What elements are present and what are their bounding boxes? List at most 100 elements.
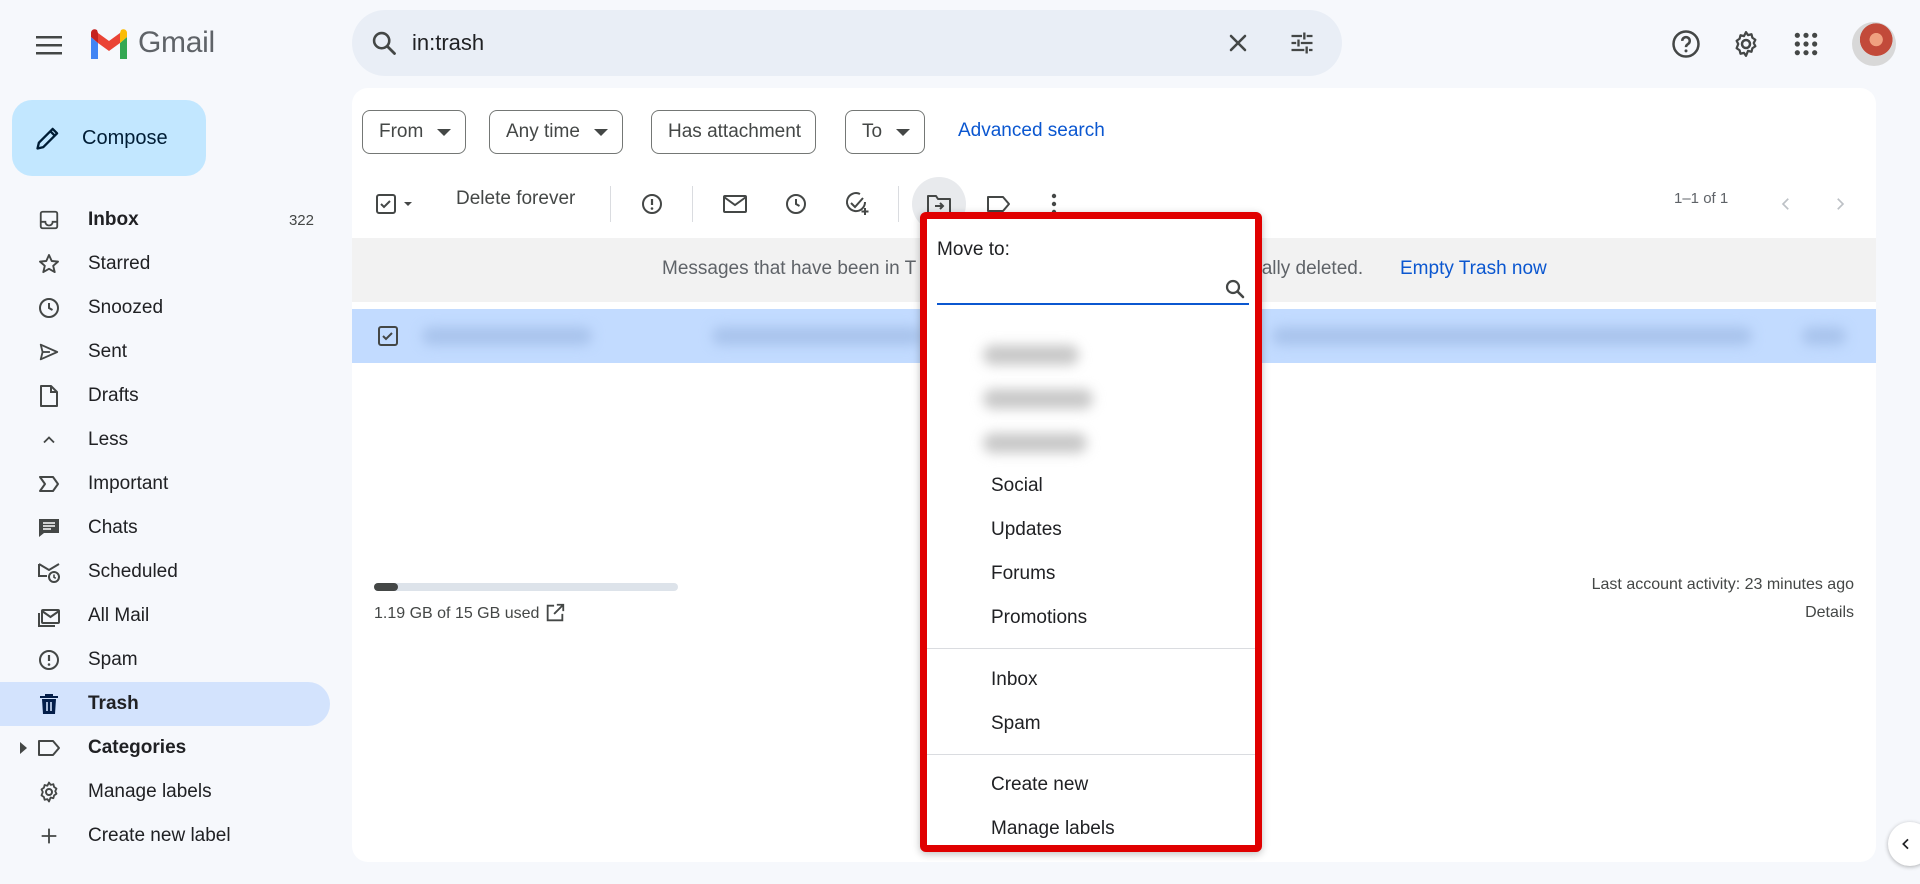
sidebar-item-drafts[interactable]: Drafts	[0, 374, 330, 418]
chip-label: Has attachment	[668, 121, 802, 142]
support-button[interactable]	[1666, 24, 1706, 64]
menu-item-manage-labels[interactable]: Manage labels	[991, 818, 1115, 840]
sidebar-item-label: Manage labels	[88, 781, 212, 802]
sidebar-nav: Inbox 322 Starred Snoozed Sent Drafts Le…	[0, 198, 340, 858]
sidebar-item-create-new-label[interactable]: Create new label	[0, 814, 330, 858]
sidebar-item-less[interactable]: Less	[0, 418, 330, 462]
menu-item-inbox[interactable]: Inbox	[991, 669, 1037, 691]
pencil-icon	[36, 127, 59, 150]
chevron-down-icon	[437, 128, 452, 136]
storage-meter	[374, 583, 678, 591]
sidebar-item-snoozed[interactable]: Snoozed	[0, 286, 330, 330]
star-icon	[39, 254, 59, 274]
sidebar-item-manage-labels[interactable]: Manage labels	[0, 770, 330, 814]
time-filter-chip[interactable]: Any time	[489, 110, 623, 154]
sidebar-item-trash[interactable]: Trash	[0, 682, 330, 726]
app-name: Gmail	[138, 26, 215, 59]
newer-page-button[interactable]	[1766, 184, 1806, 224]
storage-meter-fill	[374, 583, 399, 591]
menu-item-promotions[interactable]: Promotions	[991, 607, 1087, 629]
expand-caret-icon[interactable]	[20, 742, 27, 754]
redacted-label[interactable]	[983, 433, 1087, 453]
sidebar-item-chats[interactable]: Chats	[0, 506, 330, 550]
last-activity: Last account activity: 23 minutes ago	[1591, 576, 1854, 593]
compose-button[interactable]: Compose	[12, 100, 206, 176]
main-menu-button[interactable]	[28, 24, 70, 66]
sidebar-item-inbox[interactable]: Inbox 322	[0, 198, 330, 242]
sidebar-item-scheduled[interactable]: Scheduled	[0, 550, 330, 594]
redacted-sender	[422, 327, 592, 345]
add-to-tasks-button[interactable]	[837, 184, 877, 224]
hamburger-icon	[36, 36, 62, 55]
open-in-new-icon[interactable]	[544, 602, 566, 624]
send-icon	[39, 343, 59, 361]
add-task-icon	[846, 192, 869, 215]
pagination-count: 1–1 of 1	[1674, 190, 1729, 207]
compose-label: Compose	[82, 126, 168, 149]
delete-forever-button[interactable]: Delete forever	[456, 188, 575, 210]
menu-item-updates[interactable]: Updates	[991, 519, 1062, 541]
sidebar-item-label: Less	[88, 429, 129, 450]
empty-trash-button[interactable]: Empty Trash now	[1400, 258, 1547, 280]
menu-item-spam[interactable]: Spam	[991, 713, 1041, 735]
search-input[interactable]: in:trash	[412, 30, 484, 56]
toolbar-divider	[610, 186, 611, 222]
menu-item-social[interactable]: Social	[991, 475, 1043, 497]
sidebar-item-sent[interactable]: Sent	[0, 330, 330, 374]
sidebar-item-label: Snoozed	[88, 297, 164, 318]
gear-icon	[1735, 31, 1757, 57]
gmail-logo[interactable]: Gmail	[88, 26, 215, 60]
search-icon	[1225, 279, 1245, 299]
menu-item-forums[interactable]: Forums	[991, 563, 1055, 585]
move-to-search-input[interactable]	[937, 275, 1249, 305]
avatar[interactable]	[1852, 22, 1896, 66]
chip-label: To	[862, 121, 883, 142]
clock-icon	[786, 194, 806, 214]
to-filter-chip[interactable]: To	[845, 110, 926, 154]
all-mail-icon	[38, 609, 60, 627]
sidebar-item-label: Spam	[88, 649, 138, 670]
chip-label: From	[379, 121, 424, 142]
sidebar-item-label: Trash	[88, 693, 139, 714]
snooze-button[interactable]	[776, 184, 816, 224]
search-options-icon[interactable]	[1288, 29, 1316, 57]
attachment-filter-chip[interactable]: Has attachment	[651, 110, 817, 154]
apps-grid-icon	[1794, 32, 1818, 56]
settings-button[interactable]	[1726, 24, 1766, 64]
sidebar-item-label: Scheduled	[88, 561, 178, 582]
search-bar[interactable]: in:trash	[352, 10, 1342, 76]
chevron-left-icon	[1902, 838, 1909, 850]
spam-icon	[642, 194, 662, 214]
redacted-label[interactable]	[983, 345, 1079, 365]
sidebar-item-label: Chats	[88, 517, 138, 538]
sidebar-item-label: Drafts	[88, 385, 139, 406]
sidebar-item-categories[interactable]: Categories	[0, 726, 330, 770]
close-icon[interactable]	[1224, 29, 1252, 57]
mark-unread-button[interactable]	[715, 184, 755, 224]
draft-icon	[40, 385, 58, 407]
checkbox-checked-icon[interactable]	[376, 324, 400, 348]
sidebar-item-starred[interactable]: Starred	[0, 242, 330, 286]
advanced-search-link[interactable]: Advanced search	[958, 120, 1105, 142]
sidebar-item-spam[interactable]: Spam	[0, 638, 330, 682]
chevron-up-icon	[43, 436, 55, 444]
checkbox-checked-icon	[376, 194, 412, 214]
redacted-snippet	[1272, 327, 1752, 345]
toolbar-divider	[692, 186, 693, 222]
sidebar-item-important[interactable]: Important	[0, 462, 330, 506]
from-filter-chip[interactable]: From	[362, 110, 467, 154]
report-spam-button[interactable]	[632, 184, 672, 224]
apps-button[interactable]	[1786, 24, 1826, 64]
scheduled-icon	[38, 563, 60, 583]
menu-item-create-new[interactable]: Create new	[991, 774, 1088, 796]
details-link[interactable]: Details	[1805, 604, 1854, 622]
redacted-label[interactable]	[983, 389, 1093, 409]
chevron-down-icon	[896, 128, 911, 136]
select-all-dropdown[interactable]	[366, 184, 422, 224]
sidebar-item-all-mail[interactable]: All Mail	[0, 594, 330, 638]
search-icon[interactable]	[370, 29, 398, 57]
older-page-button[interactable]	[1820, 184, 1860, 224]
side-panel-toggle[interactable]	[1888, 822, 1920, 866]
top-bar: Gmail in:trash	[0, 0, 1920, 88]
banner-text-end: ically deleted.	[1248, 258, 1364, 279]
